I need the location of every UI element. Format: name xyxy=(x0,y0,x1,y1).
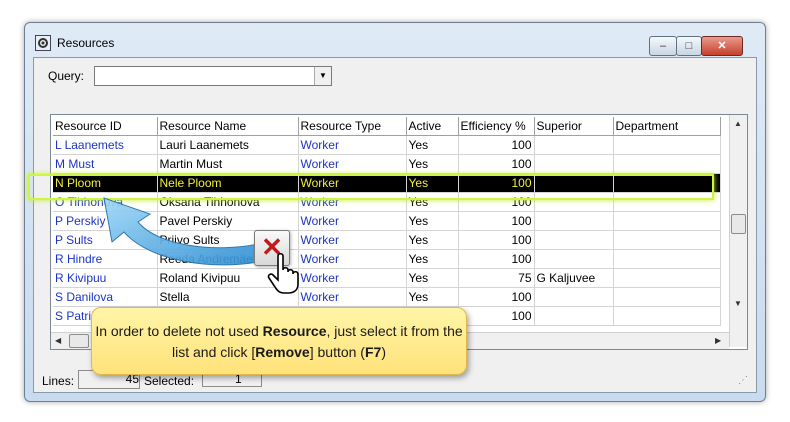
callout-text-3: ] button ( xyxy=(309,344,365,360)
callout-bold-resource: Resource xyxy=(262,323,327,339)
callout-bold-key: F7 xyxy=(364,344,382,360)
callout-bold-remove: Remove xyxy=(255,344,310,360)
callout-text-4: ) xyxy=(381,344,386,360)
hand-cursor-icon xyxy=(267,252,299,294)
callout-text-1: In order to delete not used xyxy=(95,323,263,339)
instruction-callout: In order to delete not used Resource, ju… xyxy=(91,307,467,375)
